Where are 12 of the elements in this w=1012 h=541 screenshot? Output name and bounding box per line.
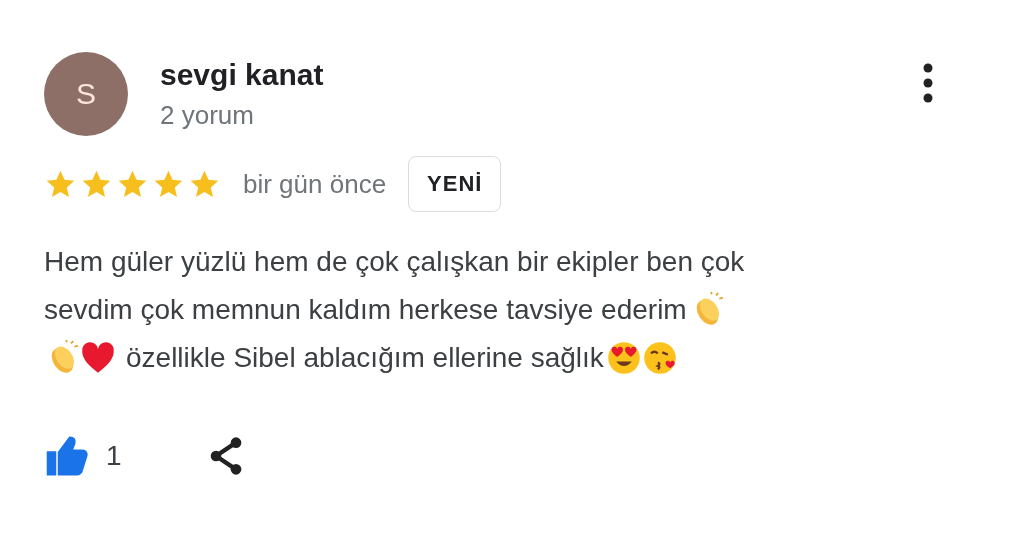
review-count: 2 yorum [160, 99, 255, 131]
like-count: 1 [106, 440, 122, 472]
kissing-face-icon [641, 340, 678, 376]
review-text: sevdim çok memnun kaldım herkese tavsiye ederim [44, 293, 687, 327]
review-time: bir gün önce [243, 168, 387, 200]
avatar: S [44, 52, 128, 136]
review-text: Hem güler yüzlü hem de çok çalışkan bir ekipler ben çok [44, 245, 745, 279]
more-icon[interactable] [922, 63, 934, 103]
heart-eyes-face-icon [605, 340, 642, 376]
review-text: özellikle Sibel ablacığım ellerine sağlık [126, 341, 604, 375]
author-name[interactable]: sevgi kanat [160, 57, 890, 92]
new-badge: YENİ [408, 156, 502, 212]
